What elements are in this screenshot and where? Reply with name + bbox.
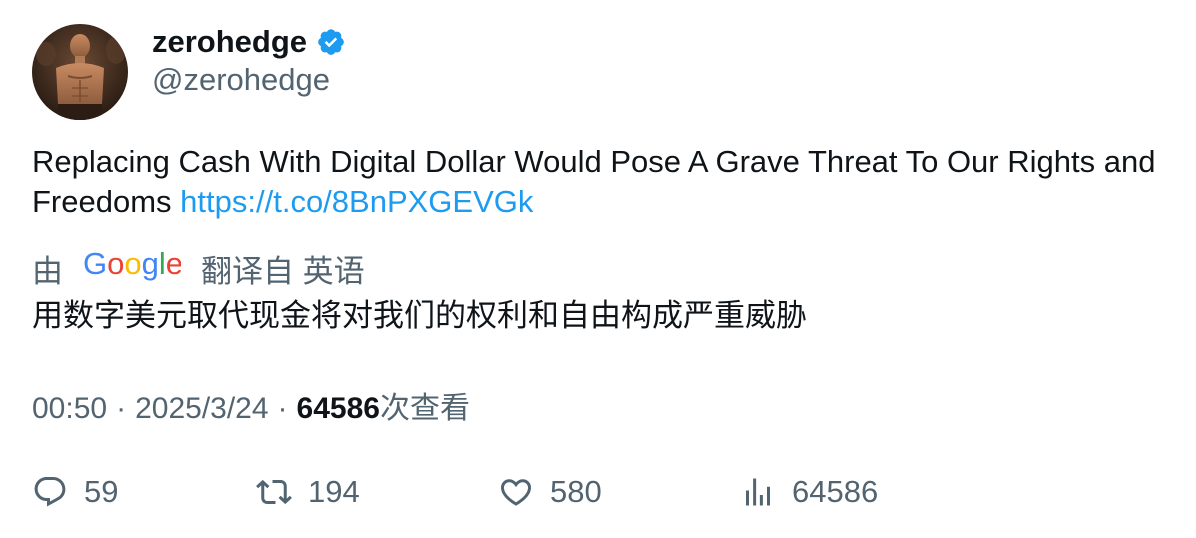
heart-icon	[500, 479, 532, 506]
like-button[interactable]: 580	[498, 470, 602, 514]
tweet-link[interactable]: https://t.co/8BnPXGEVGk	[180, 184, 533, 219]
author-display-name[interactable]: zerohedge	[152, 24, 307, 60]
tweet-time[interactable]: 00:50	[32, 392, 107, 426]
views-button[interactable]: 64586	[740, 470, 878, 514]
avatar-image	[32, 24, 128, 120]
verified-badge-icon	[316, 27, 346, 57]
retweet-count: 194	[308, 474, 360, 509]
translation-suffix: 翻译自 英语	[201, 253, 365, 289]
retweet-button[interactable]: 194	[256, 470, 360, 514]
tweet-actions: 59 194 580 64586	[32, 470, 1162, 514]
reply-icon	[34, 477, 66, 507]
svg-text:Google: Google	[83, 247, 181, 281]
analytics-icon	[746, 478, 770, 506]
author-handle[interactable]: @zerohedge	[152, 62, 330, 98]
meta-separator: ·	[116, 392, 127, 425]
meta-separator: ·	[277, 392, 288, 425]
reply-count: 59	[84, 474, 119, 509]
translation-attribution: 由 Google 翻译自 英语	[32, 246, 365, 290]
tweet-meta: 00:50 · 2025/3/24 · 64586 次查看	[32, 383, 470, 427]
translated-text: 用数字美元取代现金将对我们的权利和自由构成严重威胁	[32, 298, 807, 333]
retweet-icon	[256, 479, 292, 505]
views-total: 64586	[792, 474, 879, 509]
tweet-date[interactable]: 2025/3/24	[135, 392, 268, 426]
views-count: 64586	[296, 392, 380, 425]
translation-prefix: 由	[32, 253, 63, 289]
author-name-row[interactable]: zerohedge	[152, 22, 346, 62]
avatar[interactable]	[32, 24, 128, 120]
views-label: 次查看	[379, 392, 470, 425]
reply-button[interactable]: 59	[32, 470, 118, 514]
like-count: 580	[550, 474, 602, 509]
tweet-text: Replacing Cash With Digital Dollar Would…	[32, 142, 1162, 222]
google-logo[interactable]: Google	[83, 246, 183, 289]
